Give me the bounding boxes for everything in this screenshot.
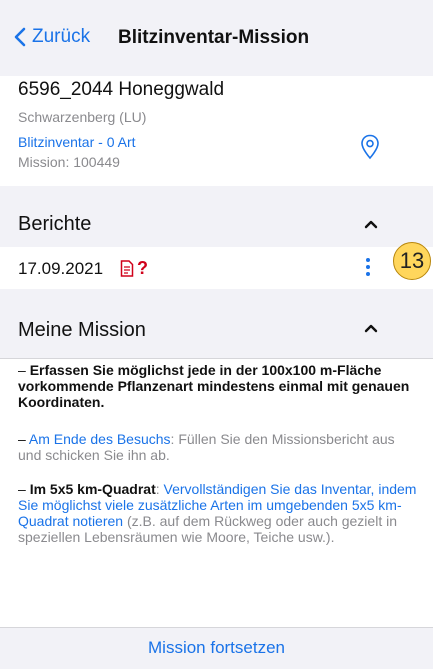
mission-item: – Erfassen Sie möglichst jede in der 100… [18,362,410,410]
chevron-up-icon[interactable] [364,219,378,229]
site-name: 6596_2044 Honeggwald [18,79,225,100]
back-label: Zurück [32,26,91,47]
mission-header-base [0,337,433,359]
report-date: 17.09.2021 [18,259,104,278]
continue-mission-button[interactable]: Mission fortsetzen [0,638,433,658]
mission-item: – Im 5x5 km-Quadrat: Vervollständigen Si… [18,481,417,545]
report-status-flag: ? [137,258,148,278]
inventory-link[interactable]: Blitzinventar - 0 Art [18,134,136,150]
mission-item: – Am Ende des Besuchs: Füllen Sie den Mi… [18,431,395,463]
reports-title: Berichte [18,213,92,235]
page-title: Blitzinventar-Mission [118,27,310,48]
chevron-left-icon [14,27,26,47]
section-spacer [0,186,433,199]
step-badge: 13 [393,242,431,280]
mission-item-text: Erfassen Sie möglichst jede in der 100x1… [18,362,410,410]
mission-item-link[interactable]: Am Ende des Besuchs [29,431,171,447]
reports-header[interactable]: Berichte [0,199,433,248]
document-icon [120,260,134,277]
mission-header[interactable]: Meine Mission [0,291,433,341]
site-location: Schwarzenberg (LU) [18,109,147,125]
chevron-up-icon[interactable] [364,323,378,333]
nav-bar: Zurück Blitzinventar-Mission [0,0,433,77]
mission-id: Mission: 100449 [18,154,120,170]
location-pin-icon[interactable] [360,134,380,160]
site-info: 6596_2044 Honeggwald Schwarzenberg (LU) … [0,76,433,186]
bottom-bar: Mission fortsetzen [0,627,433,669]
more-options-icon[interactable] [364,258,372,280]
report-row[interactable]: 17.09.2021 ? [0,247,433,289]
back-button[interactable]: Zurück [14,26,90,48]
mission-item-heading: Im 5x5 km-Quadrat [29,481,156,497]
